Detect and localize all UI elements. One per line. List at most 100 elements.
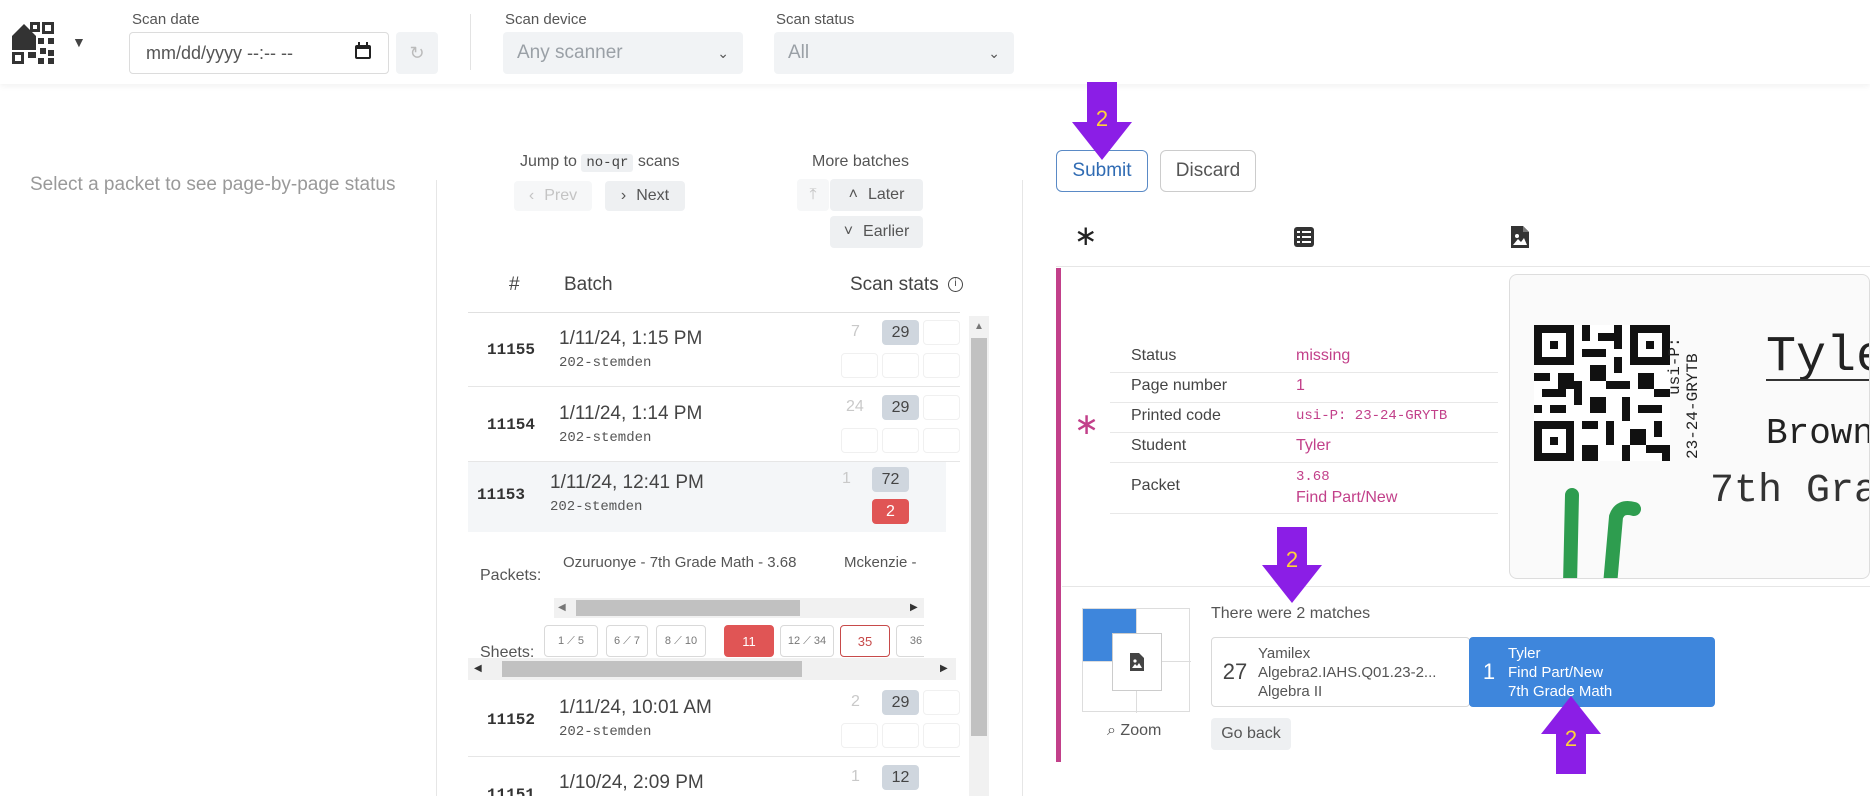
batch-device: 202-stemden <box>559 724 652 740</box>
next-button[interactable]: › Next <box>605 181 685 211</box>
chevron-right-icon: › <box>620 187 627 204</box>
table-row[interactable]: 11152 1/11/24, 10:01 AM 202-stemden 2 29 <box>468 683 960 757</box>
scan-date-label: Scan date <box>132 11 200 28</box>
row-divider <box>1110 513 1498 514</box>
page-image-tab-icon[interactable] <box>1510 225 1530 254</box>
sheet-chip-warning[interactable]: 35 <box>840 625 890 657</box>
calendar-icon[interactable] <box>354 41 372 65</box>
scan-date-input[interactable]: mm/dd/yyyy --:-- -- <box>129 32 389 74</box>
scrollbar-thumb[interactable] <box>971 338 987 736</box>
batch-number: 11151 <box>487 786 536 796</box>
toolbar: ▼ Scan date mm/dd/yyyy --:-- -- ↻ Scan d… <box>0 0 1870 84</box>
scan-title-text: 7th Grade Math <box>1710 469 1869 514</box>
next-label: Next <box>636 187 670 204</box>
stat-empty <box>923 428 960 453</box>
stat-count: 1 <box>842 470 851 487</box>
caret-down-icon[interactable]: ▼ <box>72 34 86 50</box>
stat-empty <box>882 723 919 748</box>
packets-label: Packets: <box>480 567 542 584</box>
scroll-right-icon[interactable]: ▶ <box>910 602 918 613</box>
panel-divider <box>436 180 437 796</box>
student-value: Tyler <box>1296 437 1331 454</box>
batch-date: 1/11/24, 10:01 AM <box>559 697 712 718</box>
stat-count: 24 <box>846 398 864 415</box>
scan-status-select[interactable]: All ⌄ <box>774 32 1014 74</box>
section-divider <box>1062 586 1870 587</box>
scroll-up-icon[interactable]: ▲ <box>974 321 984 332</box>
chevron-down-icon: ˅ <box>843 223 854 240</box>
go-back-button[interactable]: Go back <box>1211 718 1291 750</box>
sheet-chip-error[interactable]: 11 <box>724 625 774 657</box>
toolbar-divider <box>470 14 471 70</box>
table-row[interactable]: 11155 1/11/24, 1:15 PM 202-stemden 7 29 <box>468 313 960 387</box>
annotation-arrow-up: 2 <box>1541 696 1601 774</box>
table-row[interactable]: 11151 1/10/24, 2:09 PM 1 12 <box>468 758 960 796</box>
scan-student-lastname: Brown <box>1766 413 1870 454</box>
sheet-chip[interactable]: 6 ⟋ 7 <box>606 625 648 657</box>
scan-preview-image[interactable]: usi-P: 23-24-GRYTB Tyle Brown 7th Grade … <box>1509 274 1870 579</box>
packet-item[interactable]: Mckenzie - <box>844 554 917 571</box>
scan-code-line-1: usi-P: <box>1666 337 1684 395</box>
sheet-chip[interactable]: 12 ⟋ 34 <box>780 625 834 657</box>
zoom-button[interactable]: ⌕ Zoom <box>1107 722 1161 740</box>
batch-device: 202-stemden <box>559 355 652 371</box>
match-option[interactable]: 27 Yamilex Algebra2.IAHS.Q01.23-2... Alg… <box>1211 637 1470 707</box>
stat-empty <box>882 353 919 378</box>
later-button[interactable]: ˄ Later <box>830 179 923 211</box>
packet-value-name: Find Part/New <box>1296 489 1398 506</box>
stat-pill: 72 <box>872 467 909 492</box>
table-row[interactable]: 11154 1/11/24, 1:14 PM 202-stemden 24 29 <box>468 388 960 462</box>
earlier-label: Earlier <box>863 223 910 240</box>
table-row-selected[interactable]: 11153 1/11/24, 12:41 PM 202-stemden 1 72… <box>468 462 946 532</box>
first-batch-icon[interactable]: ⤒ <box>797 179 829 211</box>
packet-item[interactable]: Ozuruonye - 7th Grade Math - 3.68 <box>563 554 796 571</box>
green-marker-strokes <box>1550 475 1660 578</box>
app-logo-qr-icon[interactable] <box>10 20 56 69</box>
scan-status-value: All <box>788 42 810 63</box>
vertical-scrollbar[interactable]: ▲ <box>969 316 989 796</box>
match-number: 27 <box>1222 659 1248 684</box>
student-key: Student <box>1131 437 1187 454</box>
column-header-batch: Batch <box>564 274 613 295</box>
scan-student-name: Tyle <box>1766 329 1869 386</box>
scan-underline <box>1766 379 1869 381</box>
batch-date: 1/11/24, 1:14 PM <box>559 403 703 424</box>
stat-empty <box>923 353 960 378</box>
info-icon[interactable]: i <box>948 277 963 293</box>
scan-device-value: Any scanner <box>517 42 623 63</box>
prev-button[interactable]: ‹ Prev <box>514 181 592 211</box>
thumbnail-grid[interactable] <box>1082 608 1191 713</box>
stat-empty <box>841 723 878 748</box>
batch-device: 202-stemden <box>550 499 643 515</box>
stat-empty <box>841 353 878 378</box>
asterisk-tab-icon[interactable]: ∗ <box>1074 222 1097 250</box>
stat-empty <box>882 428 919 453</box>
match-line-3: Algebra II <box>1258 682 1323 700</box>
status-value: missing <box>1296 347 1351 364</box>
scroll-left-icon[interactable]: ◀ <box>558 602 566 613</box>
list-tab-icon[interactable] <box>1293 226 1315 253</box>
stat-pill: 29 <box>882 395 919 420</box>
sheet-chip[interactable]: 8 ⟋ 10 <box>656 625 706 657</box>
page-number-value: 1 <box>1296 377 1305 394</box>
scrollbar-thumb[interactable] <box>576 600 800 616</box>
sheet-chip[interactable]: 36 <box>896 625 924 657</box>
row-divider <box>1110 462 1498 463</box>
page-thumbnail-icon[interactable] <box>1112 633 1162 691</box>
scroll-left-icon[interactable]: ◀ <box>474 663 482 674</box>
stat-count: 1 <box>851 768 860 785</box>
packets-scrollbar[interactable]: ◀ ▶ <box>554 598 924 618</box>
sheet-chip[interactable]: 1 ⟋ 5 <box>544 625 598 657</box>
more-batches-label: More batches <box>812 153 909 170</box>
arrow-number: 2 <box>1095 106 1109 131</box>
discard-button[interactable]: Discard <box>1160 150 1256 192</box>
horizontal-scrollbar[interactable]: ◀ ▶ <box>468 658 956 680</box>
batch-device: 202-stemden <box>559 430 652 446</box>
scrollbar-thumb[interactable] <box>502 661 802 677</box>
arrow-number: 2 <box>1564 726 1578 751</box>
scan-device-select[interactable]: Any scanner ⌄ <box>503 32 743 74</box>
tabs-divider <box>1056 266 1870 267</box>
refresh-icon[interactable]: ↻ <box>396 32 438 74</box>
scroll-right-icon[interactable]: ▶ <box>940 663 948 674</box>
earlier-button[interactable]: ˅ Earlier <box>830 216 923 248</box>
